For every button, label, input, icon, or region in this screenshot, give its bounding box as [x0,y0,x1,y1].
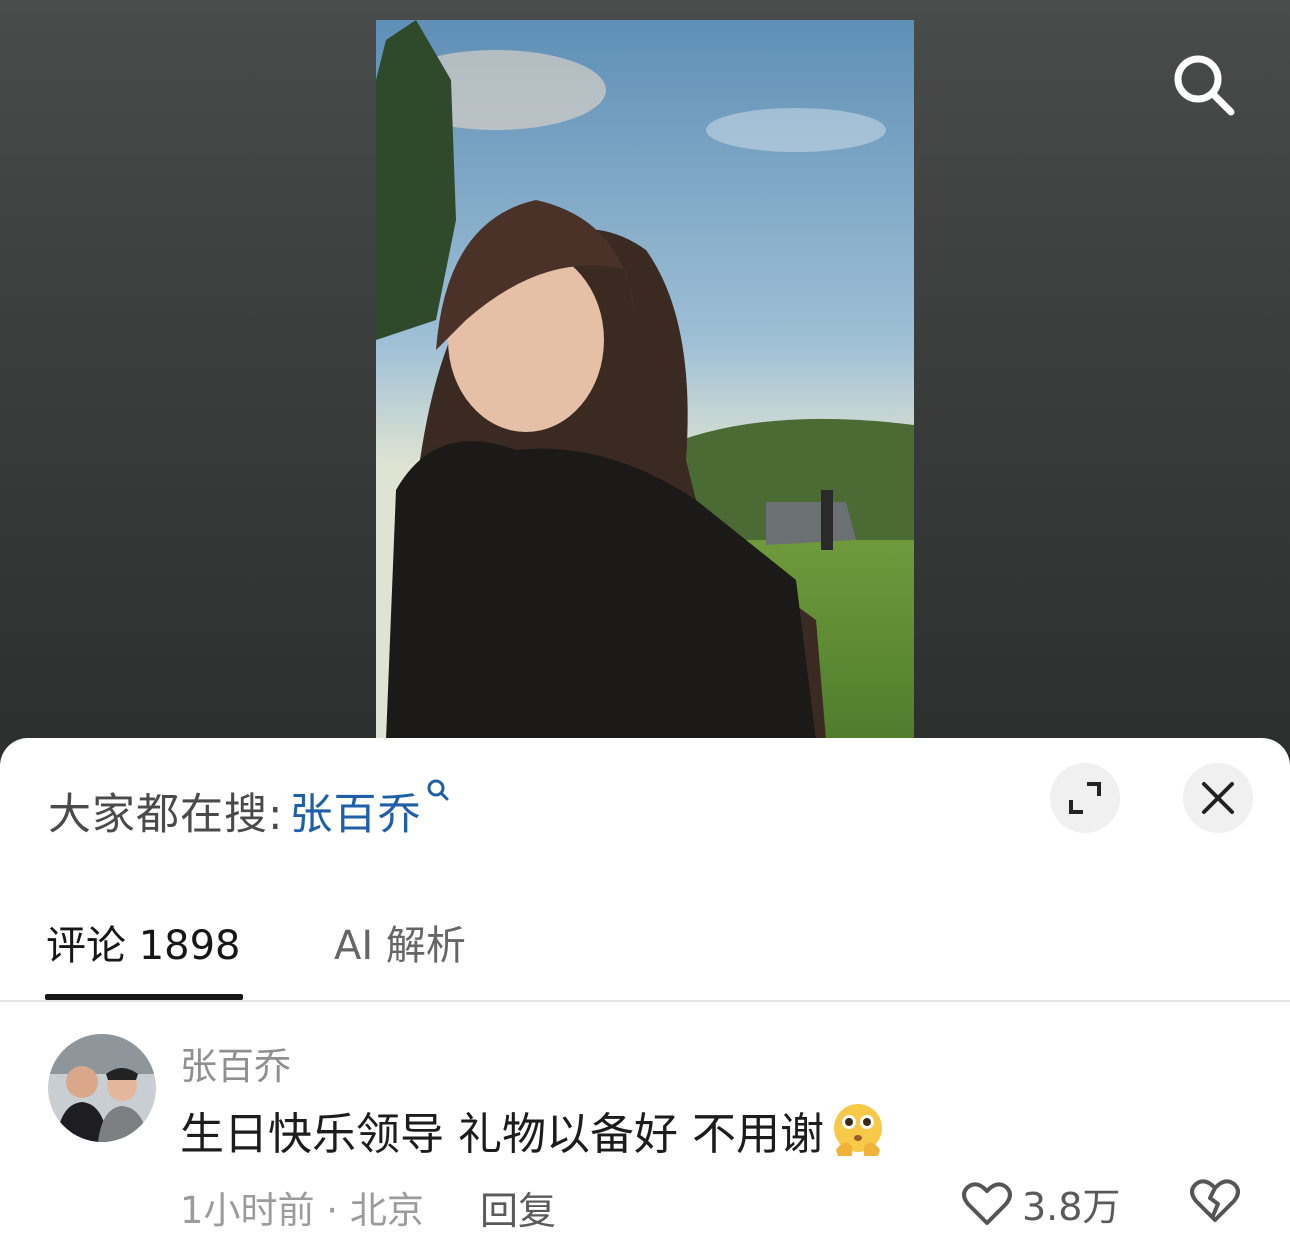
search-suggestion-prefix: 大家都在搜: [48,790,284,840]
tab-comments[interactable]: 评论 1898 [46,910,241,974]
search-button[interactable] [1166,50,1242,120]
tabs-divider [0,1000,1290,1002]
close-icon [1202,782,1234,814]
comment-text: 生日快乐领导 礼物以备好 不用谢 [180,1109,824,1160]
broken-heart-icon [1190,1179,1240,1222]
pleading-emoji-icon [833,1104,882,1156]
video-frame-image[interactable] [376,20,914,740]
reply-button[interactable]: 回复 [480,1180,556,1235]
heart-icon [962,1181,1012,1225]
comment-body: 生日快乐领导 礼物以备好 不用谢 [180,1098,888,1162]
small-search-icon [427,779,448,801]
search-icon [1174,55,1235,116]
avatar-image [48,1034,156,1142]
tab-ai-analysis[interactable]: AI 解析 [334,910,466,974]
like-button[interactable]: 3.8万 [962,1176,1120,1231]
search-suggestion-keyword: 张百乔 [289,790,422,840]
comment-meta: 1小时前 · 北京 [180,1189,424,1232]
like-count: 3.8万 [1022,1185,1121,1229]
search-suggestion-bar: 大家都在搜: 张百乔 [48,779,450,842]
tab-bar: 评论 1898 AI 解析 [0,910,1290,1002]
selfie-photo [376,20,914,740]
avatar[interactable] [48,1034,156,1142]
comment-username[interactable]: 张百乔 [180,1036,291,1090]
close-button[interactable] [1183,763,1253,833]
dislike-button[interactable] [1190,1178,1240,1228]
expand-button[interactable] [1050,763,1120,833]
video-viewer[interactable] [0,0,1290,760]
search-suggestion-keyword-link[interactable]: 张百乔 [289,779,450,842]
expand-icon [1069,782,1101,814]
